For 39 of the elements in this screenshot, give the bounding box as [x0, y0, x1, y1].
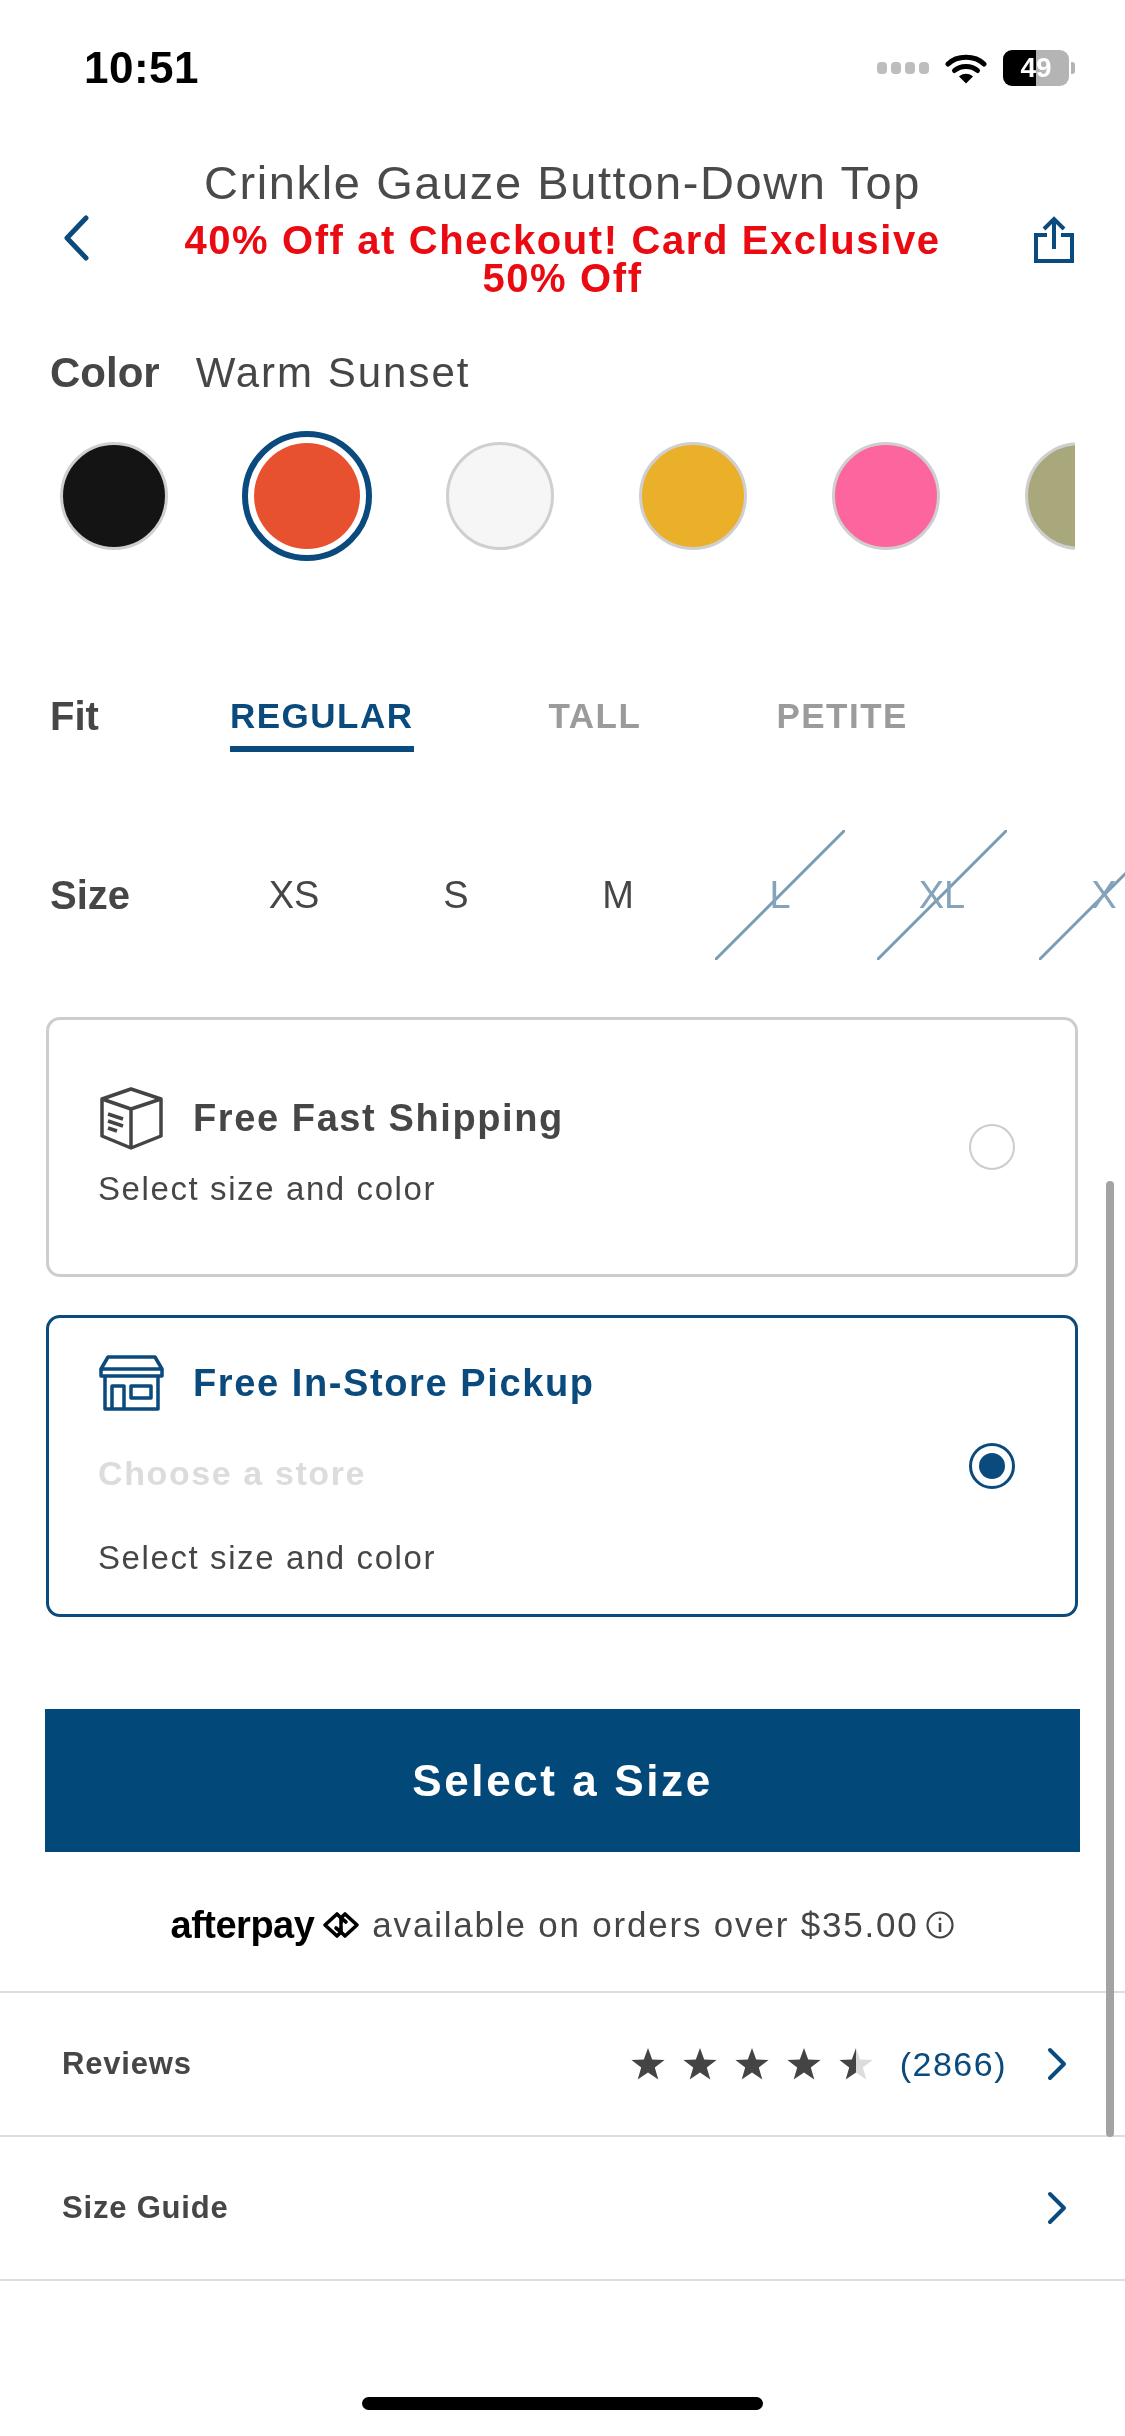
star-icon [733, 2047, 770, 2081]
fit-tab[interactable]: REGULAR [230, 694, 414, 752]
link-row-label[interactable]: Reviews [62, 2046, 192, 2082]
afterpay-terms: available on orders over $35.00 [372, 1905, 919, 1945]
select-size-button[interactable]: Select a Size [45, 1709, 1080, 1852]
loop-arrows-icon [322, 1911, 361, 1939]
star-icon [681, 2047, 718, 2081]
wifi-icon [945, 52, 987, 84]
status-time: 10:51 [84, 43, 200, 93]
delivery-option-title: Free In-Store Pickup [193, 1361, 595, 1405]
back-icon[interactable] [62, 214, 90, 262]
store-icon [98, 1354, 165, 1412]
package-icon [98, 1085, 165, 1151]
delivery-option-note: Select size and color [98, 1168, 437, 1209]
chevron-right-icon[interactable] [1047, 2047, 1067, 2081]
delivery-option-card[interactable]: Free Fast Shipping Select size and color [46, 1017, 1078, 1277]
star-icon [837, 2047, 874, 2081]
size-option[interactable]: S [391, 830, 521, 960]
delivery-option-title: Free Fast Shipping [193, 1096, 564, 1140]
product-title: Crinkle Gauze Button-Down Top [204, 158, 921, 208]
share-icon[interactable] [1033, 216, 1075, 264]
battery-indicator: 49 [1003, 50, 1075, 86]
size-option[interactable]: XS [229, 830, 359, 960]
promo-text: 40% Off at Checkout! Card Exclusive 50% Off [183, 221, 942, 297]
link-row-label[interactable]: Size Guide [62, 2190, 229, 2226]
delivery-option-note: Select size and color [98, 1538, 437, 1578]
color-label: Color [50, 349, 160, 397]
size-label: Size [50, 873, 132, 917]
info-icon[interactable] [926, 1911, 955, 1939]
color-value: Warm Sunset [195, 349, 471, 397]
cellular-signal-icon [877, 62, 929, 74]
size-option[interactable]: M [553, 830, 683, 960]
fit-label: Fit [50, 694, 100, 738]
radio-button[interactable] [969, 1443, 1015, 1489]
review-count[interactable]: (2866) [899, 2044, 1007, 2084]
afterpay-logo: afterpay [170, 1903, 315, 1947]
chevron-right-icon[interactable] [1047, 2191, 1067, 2225]
star-icon [629, 2047, 666, 2081]
star-icon [785, 2047, 822, 2081]
